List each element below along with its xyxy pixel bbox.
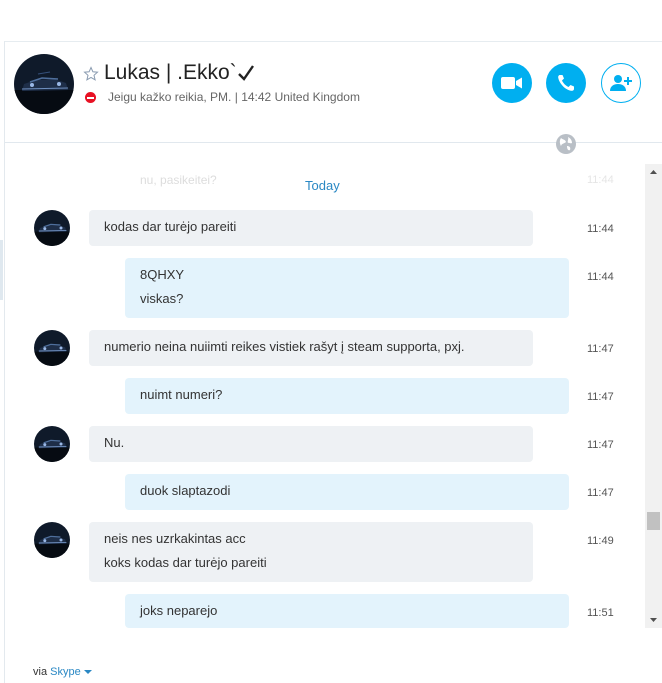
message-text: 8QHXY: [140, 267, 185, 282]
message-text: numerio neina nuiimti reikes vistiek raš…: [104, 339, 465, 354]
outgoing-message: duok slaptazodi 11:47: [5, 474, 645, 510]
message-bubble[interactable]: numerio neina nuiimti reikes vistiek raš…: [89, 330, 533, 366]
message-bubble[interactable]: kodas dar turėjo pareiti: [89, 210, 533, 246]
incoming-message: neis nes uzrkakintas acc koks kodas dar t…: [5, 522, 645, 582]
message-history[interactable]: nu, pasikeitei? 11:44 Today kodas dar tu…: [5, 164, 645, 628]
message-timestamp: 11:47: [587, 391, 614, 403]
sender-avatar[interactable]: [34, 426, 70, 462]
faded-message-time: 11:44: [587, 174, 614, 186]
message-bubble[interactable]: joks neparejo: [125, 594, 569, 628]
video-call-button[interactable]: [492, 63, 532, 103]
message-text: neis nes uzrkakintas acc: [104, 531, 246, 546]
chat-scrollbar[interactable]: [645, 164, 662, 628]
message-text: Nu.: [104, 435, 125, 450]
send-via-selector[interactable]: via Skype: [33, 666, 92, 678]
video-camera-icon: [501, 77, 522, 89]
message-bubble[interactable]: 8QHXY viskas?: [125, 258, 569, 318]
add-person-icon: [610, 75, 632, 91]
outgoing-message: 8QHXY viskas? 11:44: [5, 258, 645, 318]
faded-message-text: nu, pasikeitei?: [140, 173, 217, 187]
audio-call-button[interactable]: [546, 63, 586, 103]
local-time: 14:42: [241, 90, 272, 104]
message-timestamp: 11:44: [587, 223, 614, 235]
left-pane-selection: [0, 240, 3, 300]
incoming-message: numerio neina nuiimti reikes vistiek raš…: [5, 330, 645, 366]
sender-avatar[interactable]: [34, 330, 70, 366]
contact-mood-and-time: Jeigu kažko reikia, PM. | 14:42 United K…: [108, 90, 360, 104]
message-text: nuimt numeri?: [140, 387, 223, 402]
message-text: viskas?: [140, 291, 184, 306]
favorite-star-icon[interactable]: [83, 66, 99, 82]
contact-location: United Kingdom: [274, 90, 360, 104]
message-timestamp: 11:51: [587, 607, 614, 619]
message-timestamp: 11:49: [587, 535, 614, 547]
scroll-down-arrow-icon[interactable]: [645, 611, 662, 628]
chevron-down-icon[interactable]: [83, 670, 92, 675]
contact-name[interactable]: Lukas | .Ekko`: [104, 61, 237, 85]
message-timestamp: 11:44: [587, 271, 614, 283]
incoming-message: Nu. 11:47: [5, 426, 645, 462]
message-timestamp: 11:47: [587, 439, 614, 451]
day-separator: Today: [305, 178, 340, 193]
incoming-message: kodas dar turėjo pareiti 11:44: [5, 210, 645, 246]
message-bubble[interactable]: neis nes uzrkakintas acc koks kodas dar t…: [89, 522, 533, 582]
mood-message: Jeigu kažko reikia, PM.: [108, 90, 232, 104]
message-text: kodas dar turėjo pareiti: [104, 219, 237, 234]
window-top-strip: [0, 0, 662, 42]
add-people-button[interactable]: [601, 63, 641, 103]
via-label: via: [33, 666, 48, 678]
message-text: joks neparejo: [140, 603, 218, 618]
message-text: koks kodas dar turėjo pareiti: [104, 555, 267, 570]
outgoing-message: nuimt numeri? 11:47: [5, 378, 645, 414]
phone-icon: [558, 75, 574, 91]
scroll-up-arrow-icon[interactable]: [645, 164, 662, 181]
checkmark-icon: [236, 63, 256, 83]
message-bubble[interactable]: nuimt numeri?: [125, 378, 569, 414]
do-not-disturb-status-icon: [85, 92, 96, 103]
sender-avatar[interactable]: [34, 522, 70, 558]
message-bubble[interactable]: Nu.: [89, 426, 533, 462]
message-timestamp: 11:47: [587, 343, 614, 355]
message-text: duok slaptazodi: [140, 483, 231, 498]
message-bubble[interactable]: duok slaptazodi: [125, 474, 569, 510]
outgoing-message: joks neparejo 11:51: [5, 594, 645, 628]
via-service-link[interactable]: Skype: [50, 666, 81, 678]
sender-avatar[interactable]: [34, 210, 70, 246]
contact-avatar[interactable]: [14, 54, 74, 114]
message-timestamp: 11:47: [587, 487, 614, 499]
conversation-header: Lukas | .Ekko` Jeigu kažko reikia, PM. |…: [5, 42, 662, 143]
globe-icon[interactable]: [555, 133, 577, 155]
scrollbar-thumb[interactable]: [647, 512, 660, 530]
